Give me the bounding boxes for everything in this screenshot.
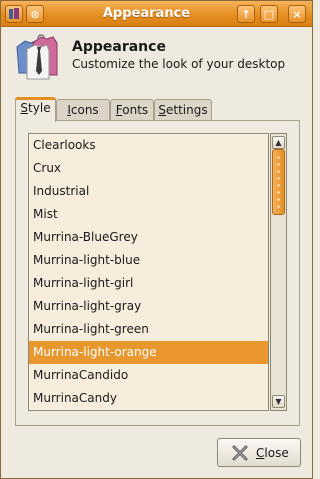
list-item[interactable]: Murrina-BlueGrey [29, 226, 268, 249]
tab-fonts-label: onts [122, 103, 149, 117]
list-item[interactable]: Murrina-light-blue [29, 249, 268, 272]
shade-button[interactable]: ↑ [237, 5, 255, 23]
scroll-up-icon[interactable]: ▲ [272, 136, 285, 149]
list-item[interactable]: Murrina-light-gray [29, 295, 268, 318]
theme-list[interactable]: Clearlooks Crux Industrial Mist Murrina-… [28, 133, 269, 411]
tab-icons[interactable]: Icons [56, 99, 110, 121]
close-x-icon [232, 445, 248, 460]
list-item[interactable]: Murrina-light-green [29, 318, 268, 341]
maximize-icon: □ [263, 7, 275, 21]
tab-settings-label: ettings [166, 103, 208, 117]
list-item[interactable]: Clearlooks [29, 134, 268, 157]
tab-style-label: tyle [28, 101, 51, 115]
close-icon: × [292, 7, 302, 21]
list-item[interactable]: MurrinaCandy [29, 387, 268, 410]
close-button-label: lose [264, 445, 289, 460]
window-menu-icon: ⊙ [30, 7, 40, 21]
scrollbar-thumb[interactable] [272, 149, 285, 215]
arrow-up-icon: ↑ [241, 7, 251, 21]
tab-style[interactable]: Style [15, 97, 56, 122]
title-bar[interactable]: ⊙ Appearance ↑ □ × [1, 1, 312, 27]
appearance-window: ⊙ Appearance ↑ □ × Appearance Customize … [0, 0, 313, 479]
tab-icons-label: cons [70, 103, 99, 117]
app-icon[interactable] [5, 5, 23, 23]
window-menu-button[interactable]: ⊙ [26, 5, 44, 23]
close-button-mnemonic: C [256, 445, 265, 460]
close-button[interactable]: Close [217, 438, 301, 467]
list-item[interactable]: Murrina-light-girl [29, 272, 268, 295]
list-item[interactable]: MurrinaCandido [29, 364, 268, 387]
tab-settings[interactable]: Settings [154, 99, 212, 121]
scrollbar-grip [277, 154, 280, 210]
scroll-down-icon[interactable]: ▼ [272, 395, 285, 408]
shirt-tie-icon [16, 34, 58, 80]
maximize-button[interactable]: □ [260, 5, 278, 23]
list-item[interactable]: Crux [29, 157, 268, 180]
header-subtitle: Customize the look of your desktop [72, 57, 286, 71]
tab-fonts[interactable]: Fonts [110, 99, 154, 121]
list-item-selected[interactable]: Murrina-light-orange [29, 341, 268, 364]
list-item[interactable]: Industrial [29, 180, 268, 203]
list-item[interactable]: Mist [29, 203, 268, 226]
window-close-button[interactable]: × [288, 5, 306, 23]
tab-style-mnemonic: S [20, 101, 29, 115]
theme-list-scrollbar[interactable]: ▲ ▼ [270, 133, 287, 411]
tab-settings-mnemonic: S [158, 103, 166, 117]
window-title: Appearance [102, 6, 191, 21]
header-title: Appearance [72, 39, 166, 55]
